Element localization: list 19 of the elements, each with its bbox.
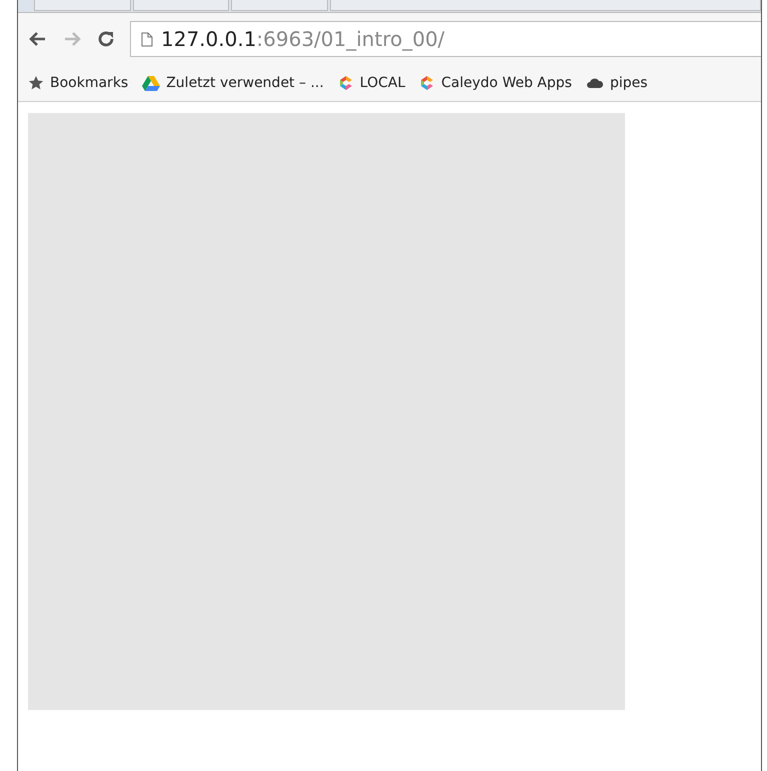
reload-icon[interactable] bbox=[96, 29, 116, 49]
colorful-c-icon bbox=[419, 75, 436, 91]
bookmark-item[interactable]: Bookmarks bbox=[28, 75, 128, 91]
url-path: :6963/01_intro_00/ bbox=[256, 27, 445, 51]
triangle-icon bbox=[142, 75, 160, 91]
browser-tab[interactable] bbox=[231, 0, 328, 11]
page-icon bbox=[141, 32, 153, 46]
cloud-icon bbox=[586, 77, 604, 89]
url-host: 127.0.0.1 bbox=[161, 27, 256, 51]
star-icon bbox=[28, 75, 44, 91]
bookmark-item[interactable]: Caleydo Web Apps bbox=[419, 75, 572, 91]
colorful-c-icon bbox=[338, 75, 354, 91]
bookmark-item[interactable]: pipes bbox=[586, 75, 648, 91]
browser-tab[interactable] bbox=[34, 0, 130, 11]
address-bar[interactable]: 127.0.0.1:6963/01_intro_00/ bbox=[130, 21, 761, 57]
bookmark-item[interactable]: Zuletzt verwendet – ... bbox=[142, 75, 324, 91]
bookmark-item[interactable]: LOCAL bbox=[338, 75, 406, 91]
browser-tab[interactable] bbox=[330, 0, 761, 11]
browser-tab[interactable] bbox=[132, 0, 229, 11]
